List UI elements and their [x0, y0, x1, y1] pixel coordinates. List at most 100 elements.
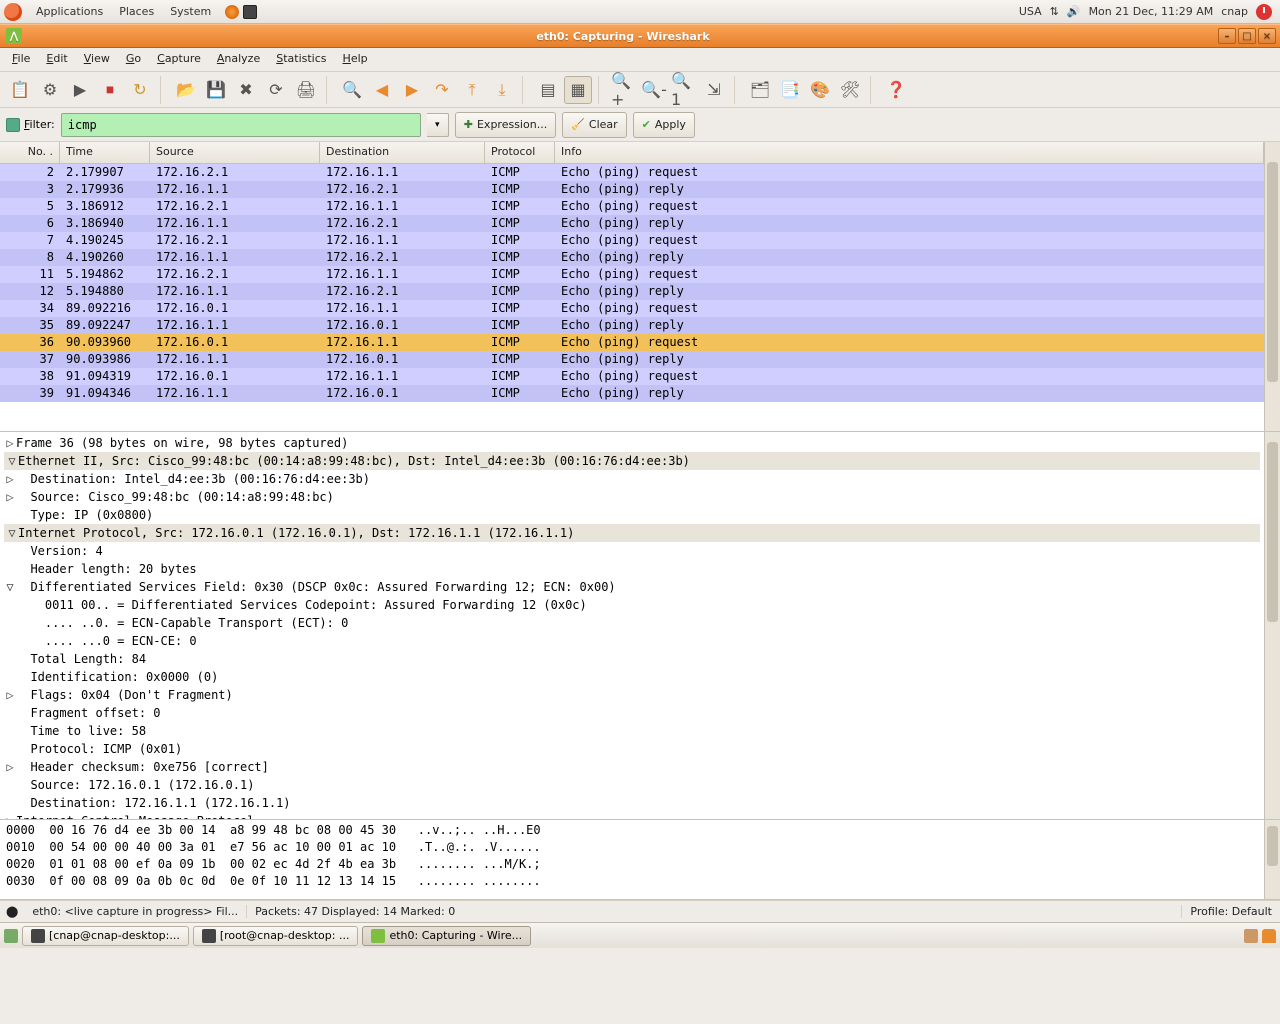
stop-button[interactable]: ⏹ — [96, 76, 124, 104]
back-button[interactable]: ◀ — [368, 76, 396, 104]
zoom-100-button[interactable]: 🔍1 — [670, 76, 698, 104]
window-titlebar[interactable]: ⋀ eth0: Capturing - Wireshark – □ × — [0, 24, 1280, 48]
table-row[interactable]: 3991.094346172.16.1.1172.16.0.1ICMPEcho … — [0, 385, 1264, 402]
table-row[interactable]: 74.190245172.16.2.1172.16.1.1ICMPEcho (p… — [0, 232, 1264, 249]
menu-edit[interactable]: Edit — [38, 48, 75, 71]
ubuntu-logo-icon[interactable] — [4, 3, 22, 21]
filter-icon[interactable] — [6, 118, 20, 132]
table-row[interactable]: 3891.094319172.16.0.1172.16.1.1ICMPEcho … — [0, 368, 1264, 385]
filter-input[interactable] — [61, 113, 421, 137]
tree-row[interactable]: ▷Internet Control Message Protocol — [4, 812, 1260, 819]
table-row[interactable]: 53.186912172.16.2.1172.16.1.1ICMPEcho (p… — [0, 198, 1264, 215]
workspace-switcher-icon[interactable] — [1244, 929, 1258, 943]
help-button[interactable]: ❓ — [882, 76, 910, 104]
clock[interactable]: Mon 21 Dec, 11:29 AM — [1089, 5, 1214, 18]
capture-filters-button[interactable]: 🗂 — [746, 76, 774, 104]
close-button[interactable]: × — [1258, 28, 1276, 44]
expression-button[interactable]: ✚Expression... — [455, 112, 556, 138]
close-file-button[interactable]: ✖ — [232, 76, 260, 104]
zoom-out-button[interactable]: 🔍- — [640, 76, 668, 104]
resize-cols-button[interactable]: ⇲ — [700, 76, 728, 104]
col-protocol[interactable]: Protocol — [485, 142, 555, 163]
col-info[interactable]: Info — [555, 142, 1264, 163]
tree-row[interactable]: ▷ Header checksum: 0xe756 [correct] — [4, 758, 1260, 776]
table-row[interactable]: 22.179907172.16.2.1172.16.1.1ICMPEcho (p… — [0, 164, 1264, 181]
user-menu[interactable]: cnap — [1221, 5, 1248, 18]
taskbar-button[interactable]: [cnap@cnap-desktop:... — [22, 926, 189, 946]
open-button[interactable]: 📂 — [172, 76, 200, 104]
menu-view[interactable]: View — [76, 48, 118, 71]
col-source[interactable]: Source — [150, 142, 320, 163]
tree-row[interactable]: ▷ Destination: Intel_d4:ee:3b (00:16:76:… — [4, 470, 1260, 488]
tree-row[interactable]: Destination: 172.16.1.1 (172.16.1.1) — [4, 794, 1260, 812]
table-row[interactable]: 115.194862172.16.2.1172.16.1.1ICMPEcho (… — [0, 266, 1264, 283]
packet-list-header[interactable]: No. . Time Source Destination Protocol I… — [0, 142, 1264, 164]
trash-icon[interactable] — [1262, 929, 1276, 943]
tree-row[interactable]: ▽Ethernet II, Src: Cisco_99:48:bc (00:14… — [4, 452, 1260, 470]
volume-icon[interactable]: 🔊 — [1067, 5, 1081, 18]
packet-list-scrollbar[interactable] — [1264, 142, 1280, 431]
status-profile[interactable]: Profile: Default — [1182, 905, 1280, 918]
menu-capture[interactable]: Capture — [149, 48, 209, 71]
table-row[interactable]: 125.194880172.16.1.1172.16.2.1ICMPEcho (… — [0, 283, 1264, 300]
filter-dropdown[interactable]: ▾ — [427, 113, 449, 137]
keyboard-indicator[interactable]: USA — [1019, 5, 1042, 18]
table-row[interactable]: 3589.092247172.16.1.1172.16.0.1ICMPEcho … — [0, 317, 1264, 334]
forward-button[interactable]: ▶ — [398, 76, 426, 104]
table-row[interactable]: 63.186940172.16.1.1172.16.2.1ICMPEcho (p… — [0, 215, 1264, 232]
print-button[interactable]: 🖨 — [292, 76, 320, 104]
network-icon[interactable]: ⇅ — [1050, 5, 1059, 18]
coloring-rules-button[interactable]: 🎨 — [806, 76, 834, 104]
options-button[interactable]: ⚙ — [36, 76, 64, 104]
details-scrollbar[interactable] — [1264, 432, 1280, 819]
maximize-button[interactable]: □ — [1238, 28, 1256, 44]
places-menu[interactable]: Places — [111, 5, 162, 18]
start-button[interactable]: ▶ — [66, 76, 94, 104]
menu-analyze[interactable]: Analyze — [209, 48, 268, 71]
tree-row[interactable]: Time to live: 58 — [4, 722, 1260, 740]
tree-row[interactable]: ▷Frame 36 (98 bytes on wire, 98 bytes ca… — [4, 434, 1260, 452]
prefs-button[interactable]: 🛠 — [836, 76, 864, 104]
tree-row[interactable]: .... ...0 = ECN-CE: 0 — [4, 632, 1260, 650]
reload-button[interactable]: ⟳ — [262, 76, 290, 104]
interfaces-button[interactable]: 📋 — [6, 76, 34, 104]
autoscroll-button[interactable]: ▦ — [564, 76, 592, 104]
firefox-icon[interactable] — [225, 5, 239, 19]
tree-row[interactable]: Total Length: 84 — [4, 650, 1260, 668]
hex-dump[interactable]: 0000 00 16 76 d4 ee 3b 00 14 a8 99 48 bc… — [0, 820, 1264, 899]
menu-statistics[interactable]: Statistics — [268, 48, 334, 71]
tree-row[interactable]: Header length: 20 bytes — [4, 560, 1260, 578]
show-desktop-icon[interactable] — [4, 929, 18, 943]
table-row[interactable]: 3690.093960172.16.0.1172.16.1.1ICMPEcho … — [0, 334, 1264, 351]
tree-row[interactable]: ▽ Differentiated Services Field: 0x30 (D… — [4, 578, 1260, 596]
tree-row[interactable]: ▽Internet Protocol, Src: 172.16.0.1 (172… — [4, 524, 1260, 542]
tree-row[interactable]: Identification: 0x0000 (0) — [4, 668, 1260, 686]
tree-row[interactable]: Type: IP (0x0800) — [4, 506, 1260, 524]
taskbar-button[interactable]: eth0: Capturing - Wire... — [362, 926, 531, 946]
hex-scrollbar[interactable] — [1264, 820, 1280, 899]
save-button[interactable]: 💾 — [202, 76, 230, 104]
menu-help[interactable]: Help — [335, 48, 376, 71]
display-filters-button[interactable]: 📑 — [776, 76, 804, 104]
menu-file[interactable]: File — [4, 48, 38, 71]
col-time[interactable]: Time — [60, 142, 150, 163]
restart-button[interactable]: ↻ — [126, 76, 154, 104]
minimize-button[interactable]: – — [1218, 28, 1236, 44]
clear-button[interactable]: 🧹Clear — [562, 112, 626, 138]
tree-row[interactable]: ▷ Source: Cisco_99:48:bc (00:14:a8:99:48… — [4, 488, 1260, 506]
applications-menu[interactable]: Applications — [28, 5, 111, 18]
table-row[interactable]: 3489.092216172.16.0.1172.16.1.1ICMPEcho … — [0, 300, 1264, 317]
tree-row[interactable]: ▷ Flags: 0x04 (Don't Fragment) — [4, 686, 1260, 704]
apply-button[interactable]: ✔Apply — [633, 112, 695, 138]
expert-info-icon[interactable]: ⬤ — [0, 905, 24, 918]
col-no[interactable]: No. . — [0, 142, 60, 163]
colorize-button[interactable]: ▤ — [534, 76, 562, 104]
terminal-icon[interactable] — [243, 5, 257, 19]
taskbar-button[interactable]: [root@cnap-desktop: ... — [193, 926, 359, 946]
zoom-in-button[interactable]: 🔍+ — [610, 76, 638, 104]
tree-row[interactable]: Version: 4 — [4, 542, 1260, 560]
tree-row[interactable]: Fragment offset: 0 — [4, 704, 1260, 722]
goto-first-button[interactable]: ⤒ — [458, 76, 486, 104]
table-row[interactable]: 32.179936172.16.1.1172.16.2.1ICMPEcho (p… — [0, 181, 1264, 198]
menu-go[interactable]: Go — [118, 48, 149, 71]
